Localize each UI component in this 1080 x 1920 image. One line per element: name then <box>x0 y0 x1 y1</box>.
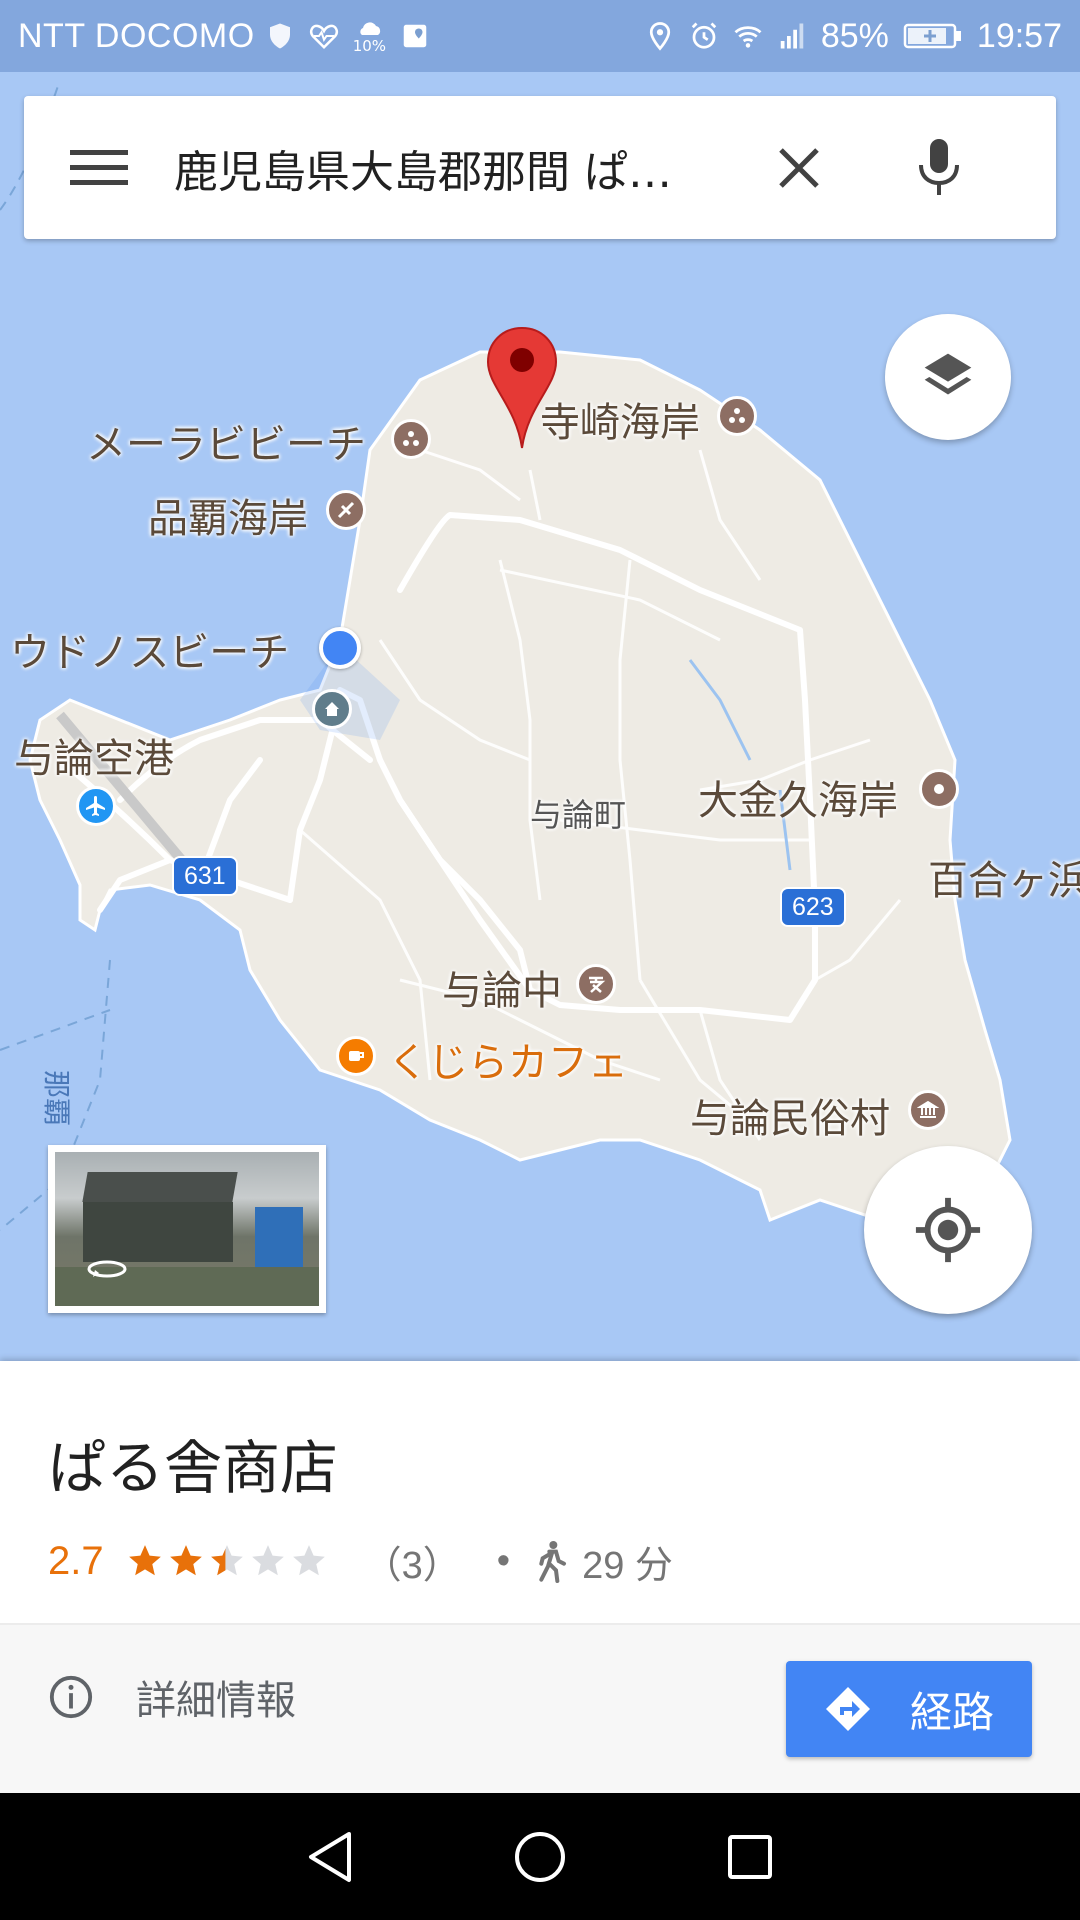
home-icon <box>515 1831 565 1882</box>
signal-icon <box>780 23 804 49</box>
place-marker-pin[interactable] <box>486 326 558 454</box>
map-label-yoron-junior[interactable]: 与論中 <box>442 958 562 1016</box>
map-label-shinpa[interactable]: 品覇海岸 <box>148 486 308 544</box>
place-title: ぱる舎商店 <box>48 1434 339 1502</box>
rating-value: 2.7 <box>48 1538 104 1583</box>
street-view-photo <box>55 1152 319 1306</box>
walk-time: 29 分 <box>582 1544 673 1587</box>
heart-rate-icon <box>309 24 338 50</box>
my-location-dot <box>319 627 361 669</box>
viewpoint-poi-icon[interactable] <box>326 490 366 530</box>
map-label-airport[interactable]: 与論空港 <box>14 726 174 784</box>
place-card[interactable]: ぱる舎商店 2.7 （3） • 29 分 詳細情報 経路 <box>0 1361 1080 1793</box>
clear-search-button[interactable] <box>734 96 864 239</box>
info-icon <box>49 1675 93 1719</box>
recents-icon <box>728 1834 772 1879</box>
mic-icon <box>919 138 959 195</box>
beach-poi-icon[interactable] <box>391 419 431 459</box>
menu-icon <box>70 149 128 185</box>
close-icon <box>779 147 819 188</box>
battery-percent: 85% <box>820 16 889 55</box>
battery-charging-icon <box>903 23 961 49</box>
airport-icon[interactable] <box>76 786 116 826</box>
star-rating <box>126 1542 328 1580</box>
star-empty-icon <box>251 1545 284 1576</box>
weather-indicator: 10% <box>353 19 386 54</box>
walk-icon <box>539 1541 567 1583</box>
back-button[interactable] <box>300 1827 360 1887</box>
star-icon <box>169 1545 202 1576</box>
card-actions: 詳細情報 経路 <box>0 1625 1080 1793</box>
map-label-nama-ferry: 那覇 <box>40 1070 73 1127</box>
separator-dot: • <box>496 1539 511 1582</box>
back-icon <box>309 1831 351 1882</box>
wifi-icon <box>734 26 762 48</box>
star-half-icon <box>210 1545 243 1576</box>
place-poi-icon[interactable] <box>919 769 959 809</box>
my-location-button[interactable] <box>864 1146 1032 1314</box>
menu-button[interactable] <box>24 96 174 239</box>
system-nav-bar <box>0 1793 1080 1920</box>
voice-search-button[interactable] <box>864 96 1014 239</box>
star-icon <box>128 1545 161 1576</box>
rating-row[interactable]: 2.7 （3） • 29 分 <box>48 1533 673 1589</box>
museum-poi-icon[interactable] <box>908 1090 948 1130</box>
route-shield-623: 623 <box>780 887 846 927</box>
route-shield-631: 631 <box>172 856 238 896</box>
details-button[interactable]: 詳細情報 <box>48 1667 296 1727</box>
alarm-icon <box>691 22 717 49</box>
school-poi-icon[interactable] <box>576 964 616 1004</box>
map-label-udonosu[interactable]: ウドノスビーチ <box>10 620 289 678</box>
beach-poi-icon[interactable] <box>717 396 757 436</box>
weather-icon <box>360 21 381 35</box>
layers-icon <box>924 353 972 395</box>
cafe-poi-icon[interactable] <box>336 1036 376 1076</box>
layers-button[interactable] <box>885 314 1011 440</box>
search-bar[interactable]: 鹿児島県大島郡那間 ぱ… <box>24 96 1056 239</box>
home-marker-icon[interactable] <box>312 689 352 729</box>
directions-button[interactable]: 経路 <box>786 1661 1032 1757</box>
review-count: （3） <box>363 1544 461 1587</box>
map-label-terazaki[interactable]: 寺崎海岸 <box>540 390 700 448</box>
directions-icon <box>825 1687 870 1731</box>
search-input[interactable]: 鹿児島県大島郡那間 ぱ… <box>174 136 714 200</box>
home-button[interactable] <box>510 1827 570 1887</box>
status-bar: NTT DOCOMO 10% 85% 19:57 <box>0 0 1080 72</box>
map-label-mera-beach[interactable]: メーラビビーチ <box>86 412 366 470</box>
carrier-name: NTT DOCOMO <box>18 16 255 55</box>
my-location-icon <box>915 1197 981 1263</box>
map-label-yurigahama[interactable]: 百合ヶ浜 <box>928 848 1080 906</box>
map-label-okinku[interactable]: 大金久海岸 <box>698 768 898 826</box>
map-label-kujira-cafe[interactable]: くじらカフェ <box>388 1030 628 1088</box>
maps-notification-icon <box>403 24 427 48</box>
location-icon <box>649 22 670 51</box>
street-view-thumbnail[interactable] <box>48 1145 326 1313</box>
directions-label: 経路 <box>909 1687 994 1737</box>
recents-button[interactable] <box>720 1827 780 1887</box>
map-label-yoron-town: 与論町 <box>530 796 627 834</box>
360-rotate-icon <box>87 1260 127 1278</box>
weather-percent: 10% <box>352 36 387 55</box>
details-label: 詳細情報 <box>136 1678 296 1724</box>
shield-icon <box>269 23 290 49</box>
map-label-folk-village[interactable]: 与論民俗村 <box>690 1086 890 1144</box>
clock-time: 19:57 <box>976 16 1062 55</box>
star-empty-icon <box>292 1545 325 1576</box>
